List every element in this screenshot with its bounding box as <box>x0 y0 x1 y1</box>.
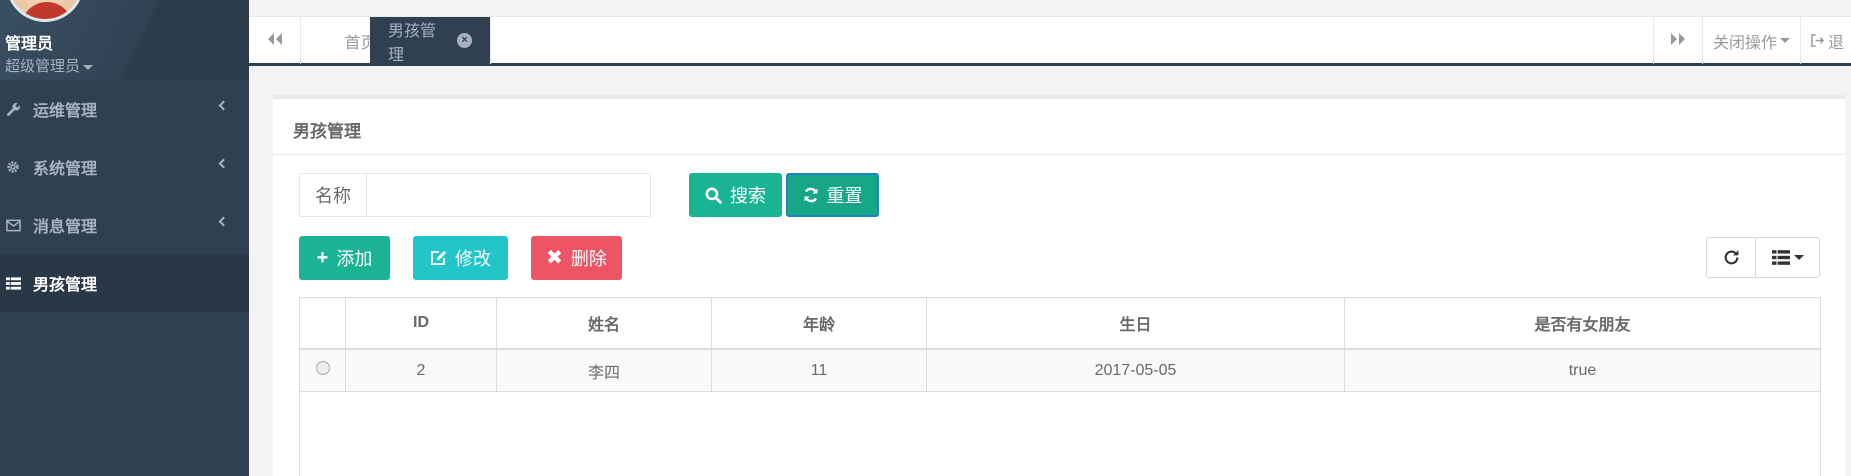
sidebar-item-label: 男孩管理 <box>33 277 98 294</box>
user-name: 管理员 <box>5 36 54 53</box>
tab-bar: 首页 男孩管理 × 关闭操作 退 <box>249 16 1851 66</box>
reset-button-label: 重置 <box>826 186 863 206</box>
user-profile: 管理员 超级管理员 <box>0 0 249 80</box>
sidebar-item-boys[interactable]: 男孩管理 <box>0 254 249 312</box>
caret-down-icon <box>1780 38 1790 43</box>
double-chevron-right-icon <box>1670 32 1686 50</box>
search-label: 名称 <box>300 174 367 216</box>
refresh-table-button[interactable] <box>1707 238 1756 277</box>
add-button[interactable]: + 添加 <box>299 236 390 280</box>
close-icon[interactable]: × <box>457 33 472 48</box>
envelope-icon <box>5 217 21 233</box>
add-button-label: 添加 <box>336 249 373 269</box>
search-icon <box>705 187 722 204</box>
chevron-left-icon <box>218 216 229 227</box>
sidebar-item-label: 运维管理 <box>33 103 98 120</box>
times-icon: ✖ <box>546 247 563 269</box>
gear-icon <box>5 159 21 175</box>
wrench-icon <box>5 101 21 117</box>
chevron-left-icon <box>218 100 229 111</box>
sign-out-icon <box>1811 34 1824 47</box>
sidebar-item-label: 系统管理 <box>33 161 98 178</box>
sidebar-item-ops[interactable]: 运维管理 <box>0 80 249 138</box>
column-header-birthday[interactable]: 生日 <box>927 298 1345 348</box>
scroll-tabs-right-button[interactable] <box>1653 17 1703 64</box>
delete-button-label: 删除 <box>570 249 607 269</box>
data-table: ID 姓名 年龄 生日 是否有女朋友 2 李四 11 2017-05-05 tr… <box>299 297 1821 476</box>
name-search-input[interactable] <box>367 174 650 216</box>
tab-label: 男孩管理 <box>388 22 437 64</box>
column-header-has-girlfriend[interactable]: 是否有女朋友 <box>1345 298 1820 348</box>
row-select-radio[interactable] <box>315 360 330 375</box>
top-strip <box>249 0 1851 16</box>
column-header-id[interactable]: ID <box>346 298 497 348</box>
sidebar-item-system[interactable]: 系统管理 <box>0 138 249 196</box>
column-header-age[interactable]: 年龄 <box>712 298 927 348</box>
sidebar-item-label: 消息管理 <box>33 219 98 236</box>
cell-age: 11 <box>712 350 927 391</box>
search-button-label: 搜索 <box>730 186 766 206</box>
column-header-name[interactable]: 姓名 <box>497 298 712 348</box>
cell-id: 2 <box>346 350 497 391</box>
delete-button[interactable]: ✖ 删除 <box>531 236 622 280</box>
cell-name: 李四 <box>497 350 712 391</box>
table-header: ID 姓名 年龄 生日 是否有女朋友 <box>300 298 1820 350</box>
edit-icon <box>430 250 447 266</box>
logout-label: 退 <box>1828 34 1845 52</box>
close-operations-dropdown[interactable]: 关闭操作 <box>1703 17 1801 64</box>
list-icon <box>1771 250 1790 265</box>
table-row[interactable]: 2 李四 11 2017-05-05 true <box>300 350 1820 392</box>
user-role-label: 超级管理员 <box>5 58 81 75</box>
columns-toggle-button[interactable] <box>1756 238 1819 277</box>
table-toolbar <box>1706 237 1820 278</box>
logout-button[interactable]: 退 <box>1801 17 1851 64</box>
cell-birthday: 2017-05-05 <box>927 350 1345 391</box>
refresh-icon <box>803 187 819 203</box>
tab-boys-management[interactable]: 男孩管理 × <box>370 17 491 64</box>
user-role-dropdown[interactable]: 超级管理员 <box>5 55 94 76</box>
caret-down-icon <box>1793 255 1804 260</box>
panel-title: 男孩管理 <box>273 99 1845 155</box>
scroll-tabs-left-button[interactable] <box>249 17 301 64</box>
row-select-cell <box>300 350 346 391</box>
sidebar: 管理员 超级管理员 运维管理 系统管理 消息管理 男孩管理 <box>0 0 249 476</box>
search-field-group: 名称 <box>299 173 651 217</box>
refresh-icon <box>1723 249 1740 266</box>
chevron-left-icon <box>218 158 229 169</box>
close-operations-label: 关闭操作 <box>1712 34 1777 52</box>
cell-has-girlfriend: true <box>1568 361 1597 379</box>
edit-button-label: 修改 <box>455 249 491 269</box>
search-button[interactable]: 搜索 <box>689 173 782 217</box>
reset-button[interactable]: 重置 <box>786 173 879 217</box>
edit-button[interactable]: 修改 <box>413 236 508 280</box>
plus-icon: + <box>316 247 329 269</box>
column-header-select <box>300 298 346 348</box>
double-chevron-left-icon <box>267 32 283 50</box>
list-icon <box>5 275 21 291</box>
caret-down-icon <box>83 64 94 70</box>
sidebar-item-messages[interactable]: 消息管理 <box>0 196 249 254</box>
